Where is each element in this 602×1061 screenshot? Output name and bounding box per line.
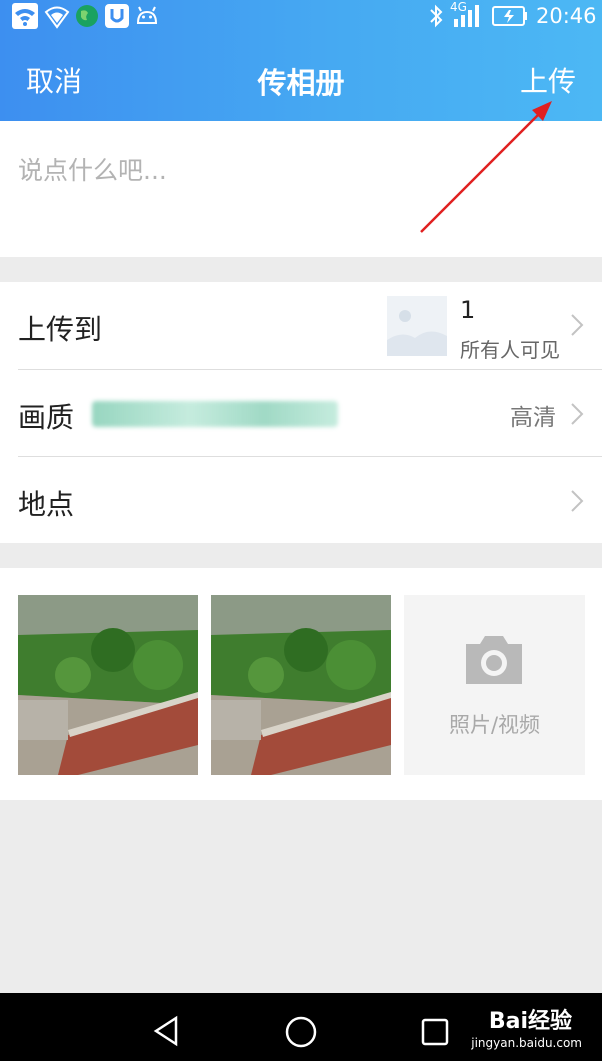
upload-to-row[interactable]: 上传到 1 所有人可见 bbox=[0, 282, 602, 369]
camera-icon bbox=[466, 636, 522, 684]
battery-icon bbox=[492, 6, 527, 26]
watermark-url: jingyan.baidu.com bbox=[471, 1036, 582, 1050]
wifi-outline-icon bbox=[44, 6, 70, 29]
upload-button[interactable]: 上传 bbox=[520, 60, 576, 100]
album-visibility: 所有人可见 bbox=[460, 338, 560, 362]
album-cover-thumbnail bbox=[387, 296, 447, 356]
caption-input[interactable]: 说点什么吧... bbox=[0, 121, 602, 257]
add-media-button[interactable]: 照片/视频 bbox=[404, 595, 585, 775]
caption-placeholder: 说点什么吧... bbox=[18, 156, 167, 185]
bluetooth-icon bbox=[430, 4, 443, 28]
media-section: 照片/视频 bbox=[0, 568, 602, 800]
app-header: 4G 20:46 取消 传相册 上传 bbox=[0, 0, 602, 121]
globe-icon bbox=[76, 5, 98, 27]
status-bar: 4G 20:46 bbox=[0, 0, 602, 34]
garden-photo[interactable] bbox=[211, 595, 391, 775]
blurred-device-text bbox=[92, 401, 338, 427]
add-media-label: 照片/视频 bbox=[448, 713, 541, 737]
page-title: 传相册 bbox=[257, 66, 345, 100]
wifi-icon bbox=[12, 3, 38, 29]
home-icon[interactable] bbox=[284, 1015, 318, 1049]
settings-section: 上传到 1 所有人可见 画质 高清 地点 bbox=[0, 282, 602, 543]
chevron-right-icon bbox=[571, 490, 584, 512]
quality-label: 画质 bbox=[18, 401, 75, 434]
location-row[interactable]: 地点 bbox=[0, 457, 602, 544]
quality-row[interactable]: 画质 高清 bbox=[0, 370, 602, 457]
title-bar: 取消 传相册 上传 bbox=[0, 34, 602, 121]
location-label: 地点 bbox=[18, 488, 75, 521]
system-nav-bar: Bai经验 jingyan.baidu.com bbox=[0, 993, 602, 1061]
quality-value: 高清 bbox=[510, 405, 556, 431]
upload-to-label: 上传到 bbox=[18, 313, 103, 346]
chevron-right-icon bbox=[571, 403, 584, 425]
album-count: 1 bbox=[460, 296, 476, 324]
android-icon bbox=[136, 6, 158, 24]
back-icon[interactable] bbox=[150, 1015, 182, 1047]
shield-app-icon bbox=[105, 4, 129, 28]
garden-photo[interactable] bbox=[18, 595, 198, 775]
watermark-brand: Bai经验 bbox=[488, 1009, 572, 1034]
clock: 20:46 bbox=[536, 4, 597, 28]
recents-icon[interactable] bbox=[420, 1017, 450, 1047]
signal-icon bbox=[454, 5, 479, 27]
chevron-right-icon bbox=[571, 314, 584, 336]
